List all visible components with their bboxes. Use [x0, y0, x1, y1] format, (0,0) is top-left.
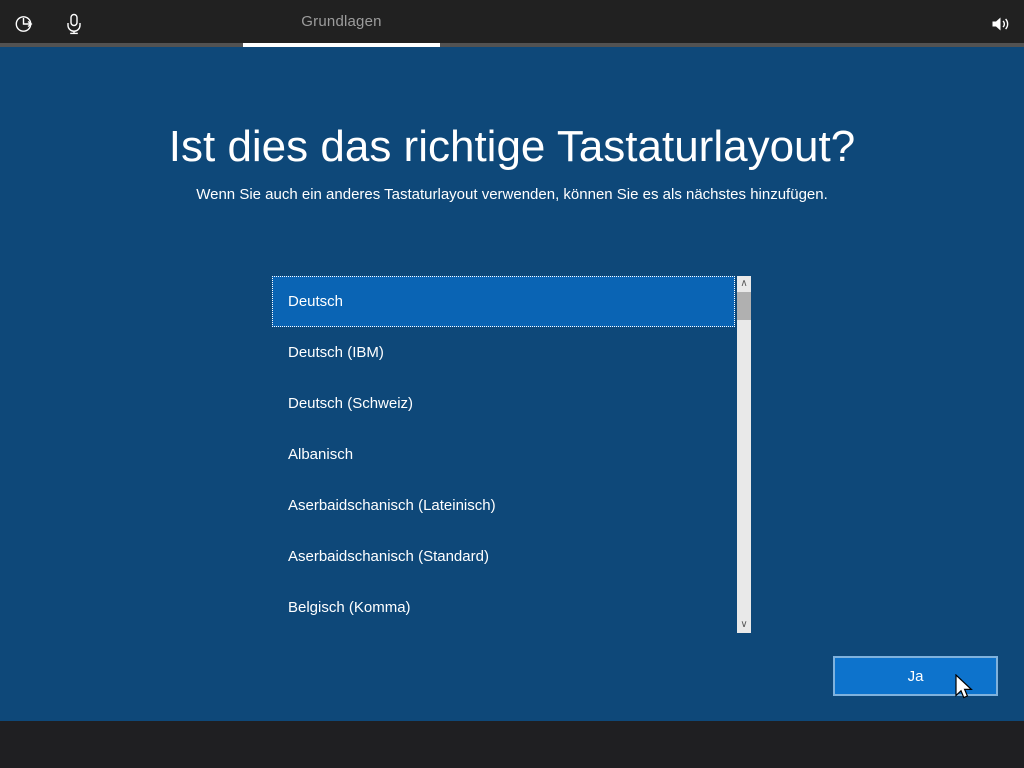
microphone-icon — [64, 13, 84, 35]
keyboard-layout-listbox: Deutsch Deutsch (IBM) Deutsch (Schweiz) Alb… — [272, 276, 752, 633]
keyboard-layout-items: Deutsch Deutsch (IBM) Deutsch (Schweiz) Alb… — [272, 276, 735, 633]
volume-icon — [990, 15, 1010, 33]
tab-grundlagen-label: Grundlagen — [301, 13, 382, 30]
volume-button[interactable] — [984, 0, 1016, 47]
list-item[interactable]: Belgisch (Komma) — [272, 582, 735, 633]
top-navigation-bar — [0, 0, 1024, 43]
yes-button[interactable]: Ja — [833, 656, 998, 696]
oobe-keyboard-screen: Grundlagen Ist dies das richtige Tastatu… — [0, 0, 1024, 768]
tab-active-underline — [243, 43, 440, 47]
list-item[interactable]: Deutsch (Schweiz) — [272, 378, 735, 429]
list-item[interactable]: Albanisch — [272, 429, 735, 480]
topbar-divider — [0, 43, 1024, 47]
tab-grundlagen[interactable]: Grundlagen — [243, 0, 440, 43]
scroll-thumb[interactable] — [737, 292, 751, 320]
scroll-down-icon[interactable]: ∨ — [737, 617, 751, 633]
list-item[interactable]: Aserbaidschanisch (Standard) — [272, 531, 735, 582]
list-item[interactable]: Aserbaidschanisch (Lateinisch) — [272, 480, 735, 531]
microphone-button[interactable] — [58, 0, 90, 47]
list-item[interactable]: Deutsch (IBM) — [272, 327, 735, 378]
page-title: Ist dies das richtige Tastaturlayout? — [168, 122, 856, 171]
ease-of-access-button[interactable] — [8, 0, 40, 47]
list-scrollbar[interactable]: ∧ ∨ — [737, 276, 751, 633]
bottom-taskbar — [0, 721, 1024, 768]
scroll-up-icon[interactable]: ∧ — [737, 276, 751, 292]
list-item[interactable]: Deutsch — [272, 276, 735, 327]
page-subtitle: Wenn Sie auch ein anderes Tastaturlayout… — [196, 186, 828, 203]
ease-of-access-icon — [14, 14, 34, 34]
